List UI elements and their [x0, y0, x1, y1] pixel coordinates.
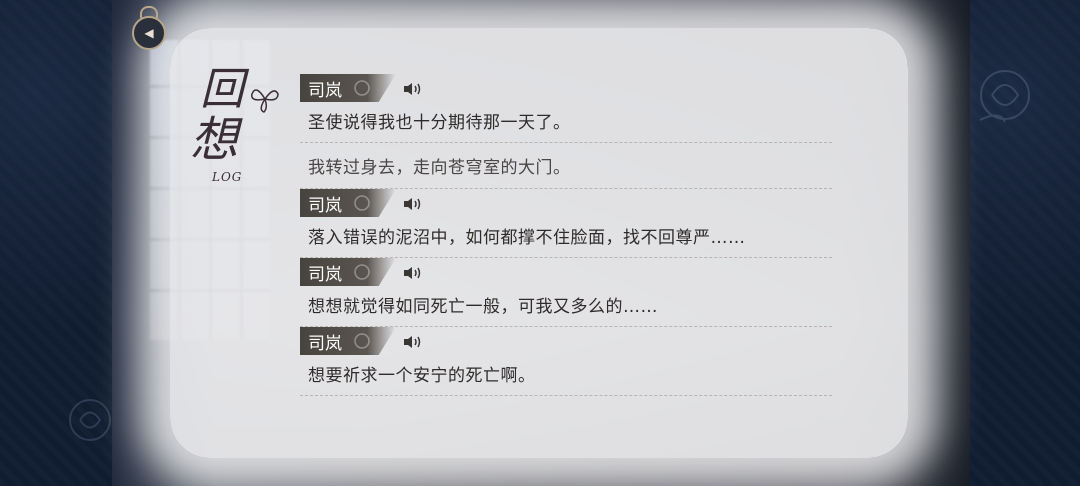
narration-text: 我转过身去，走向苍穹室的大门。 [308, 158, 571, 178]
voice-replay-button[interactable] [402, 80, 424, 98]
back-arrow-icon: ◀ [132, 16, 166, 50]
rose-mark-icon [354, 264, 370, 280]
rose-ornament-icon [69, 399, 111, 441]
speaker-icon [404, 83, 421, 95]
speaker-nameplate: 司岚 [300, 258, 396, 286]
speaker-icon [404, 336, 421, 348]
speaker-nameplate: 司岚 [300, 74, 396, 102]
speaker-nameplate: 司岚 [300, 189, 396, 217]
butterfly-icon [251, 89, 279, 113]
log-entry: 司岚 想想就觉得如同死亡一般，可我又多么的…… [300, 258, 832, 327]
rose-mark-icon [354, 195, 370, 211]
speaker-icon [404, 198, 421, 210]
back-button[interactable]: ◀ [122, 6, 172, 50]
title-char-1: 回 [200, 64, 244, 115]
speaker-name: 司岚 [308, 195, 342, 216]
left-decor-panel [0, 0, 112, 486]
rose-ornament-icon [979, 70, 1030, 123]
dialogue-text: 落入错误的泥沼中，如何都撑不住脸面，找不回尊严…… [308, 228, 746, 248]
speaker-name: 司岚 [308, 80, 342, 101]
voice-replay-button[interactable] [402, 264, 424, 282]
rose-mark-icon [354, 333, 370, 349]
dialogue-text: 想想就觉得如同死亡一般，可我又多么的…… [308, 297, 658, 317]
speaker-name: 司岚 [308, 333, 342, 354]
log-entry: 司岚 圣使说得我也十分期待那一天了。 [300, 74, 832, 143]
rose-mark-icon [354, 80, 370, 96]
log-entry: 我转过身去，走向苍穹室的大门。 [300, 143, 832, 189]
log-entries: 司岚 圣使说得我也十分期待那一天了。 我转过身去，走向苍穹室的大门。 司岚 落入… [300, 74, 832, 396]
log-entry: 司岚 落入错误的泥沼中，如何都撑不住脸面，找不回尊严…… [300, 189, 832, 258]
dialogue-text: 圣使说得我也十分期待那一天了。 [308, 113, 571, 133]
log-title: 回 想 LOG [160, 66, 280, 196]
dialogue-text: 想要祈求一个安宁的死亡啊。 [308, 366, 536, 386]
speaker-name: 司岚 [308, 264, 342, 285]
log-entry: 司岚 想要祈求一个安宁的死亡啊。 [300, 327, 832, 396]
voice-replay-button[interactable] [402, 195, 424, 213]
title-char-2: 想 [190, 112, 239, 168]
voice-replay-button[interactable] [402, 333, 424, 351]
speaker-nameplate: 司岚 [300, 327, 396, 355]
right-decor-panel [970, 0, 1080, 486]
title-subtitle: LOG [212, 170, 243, 184]
speaker-icon [404, 267, 421, 279]
